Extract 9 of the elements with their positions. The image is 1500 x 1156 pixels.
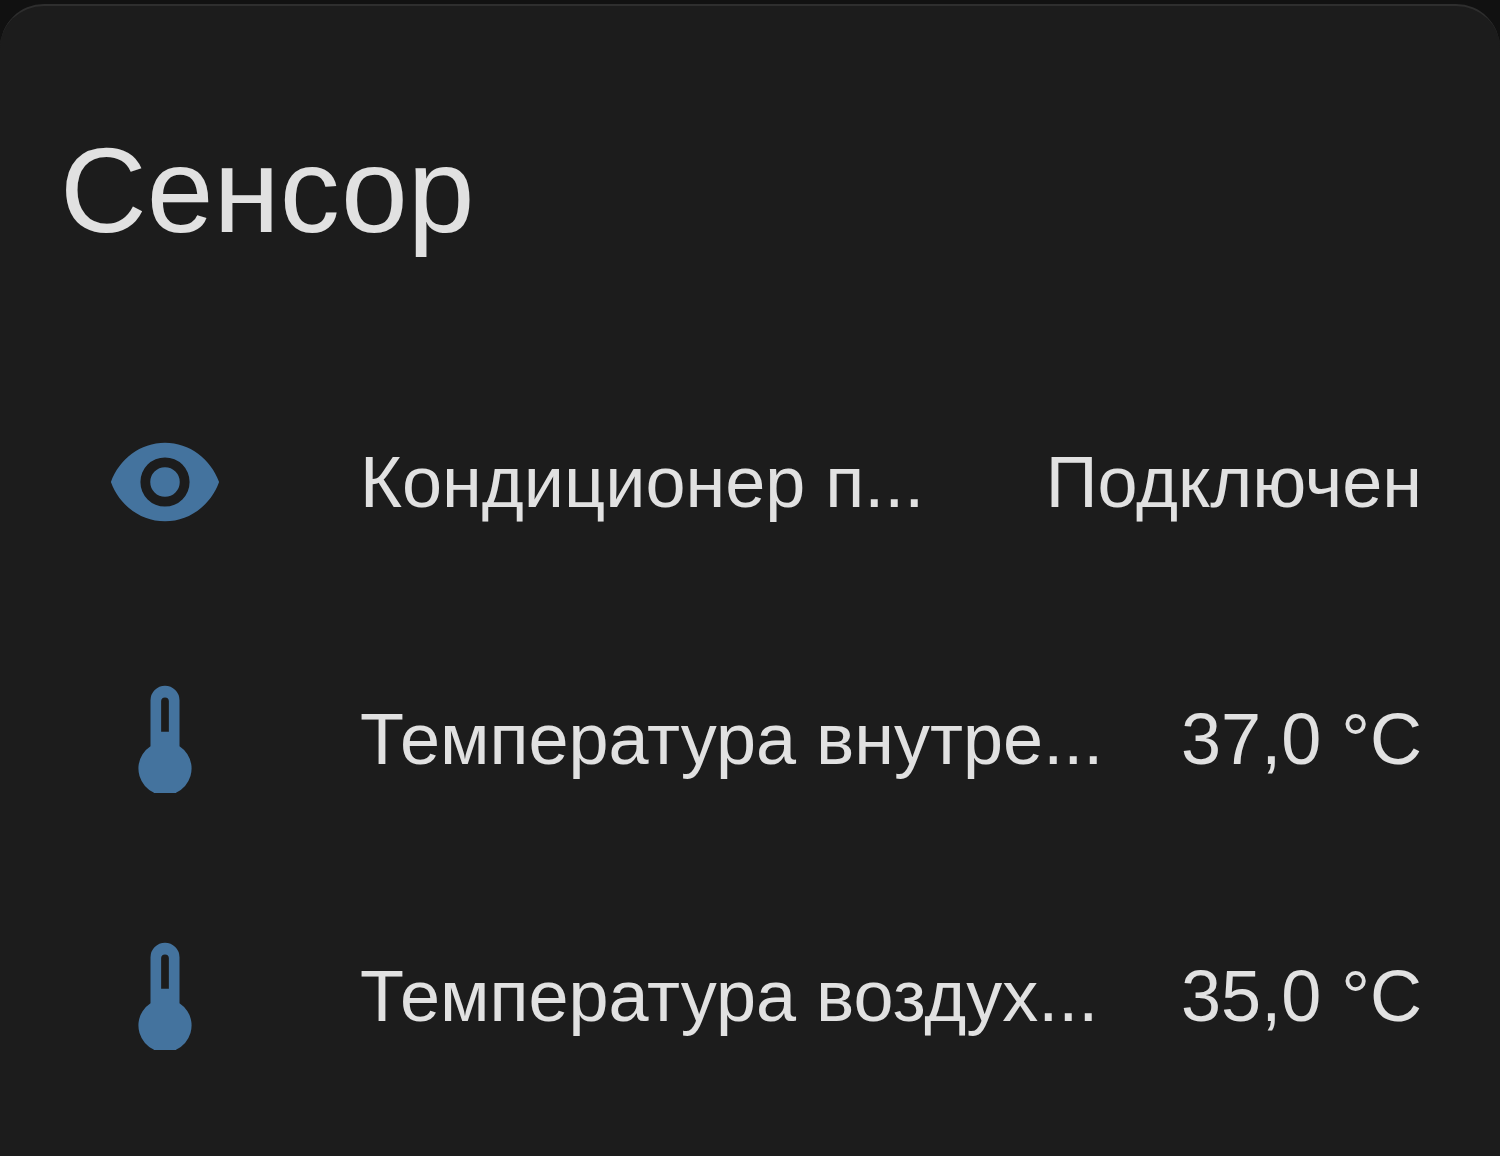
entity-state: Подключен: [1045, 440, 1422, 523]
thermometer-icon: [136, 941, 194, 1050]
entity-name[interactable]: Температура воздух...: [360, 954, 1142, 1037]
thermometer-icon: [136, 684, 194, 793]
entity-state: 37,0 °C: [1181, 697, 1422, 780]
card-title: Сенсор: [60, 122, 476, 259]
entity-name[interactable]: Кондиционер п...: [360, 440, 1006, 523]
entity-name[interactable]: Температура внутре...: [360, 697, 1142, 780]
entity-state: 35,0 °C: [1181, 954, 1422, 1037]
